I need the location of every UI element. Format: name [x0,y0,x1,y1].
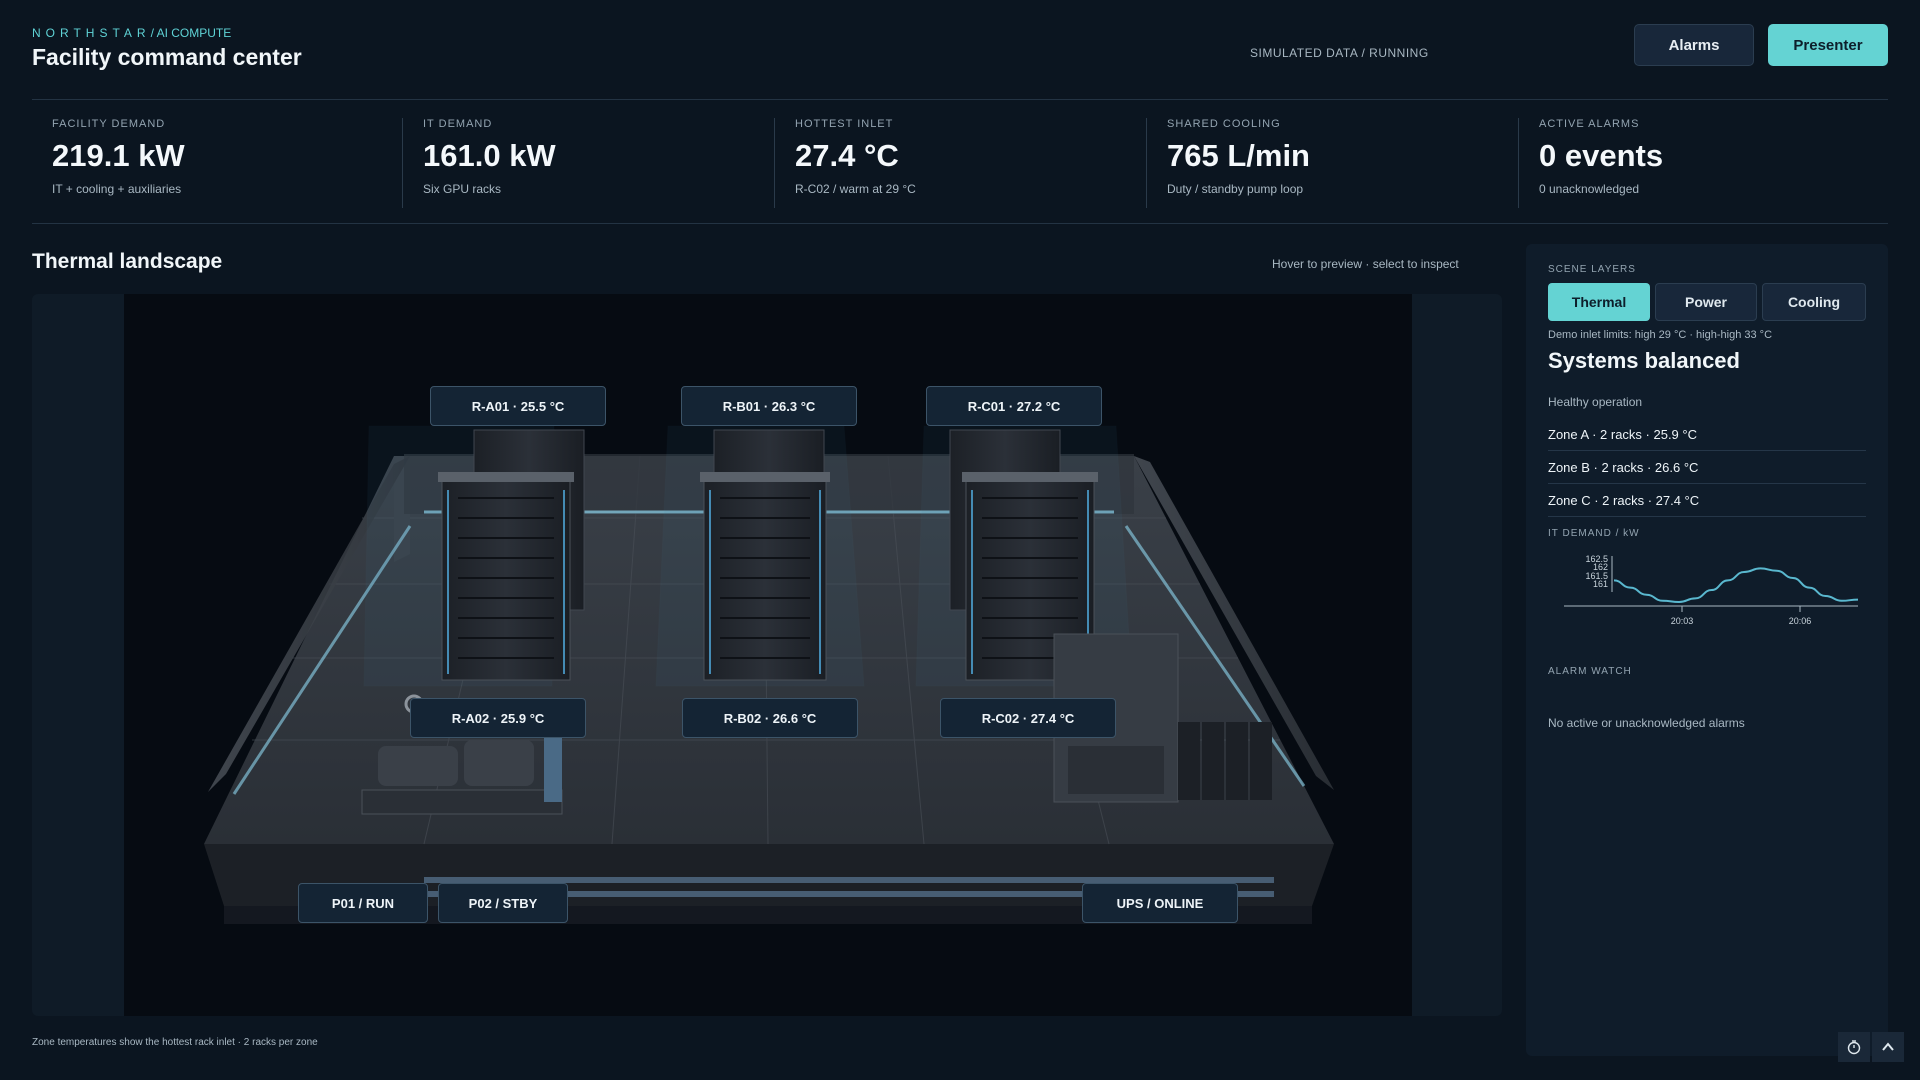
rack-tag-a02[interactable]: R-A02 · 25.9 °C [410,698,586,738]
side-panel: SCENE LAYERS Thermal Power Cooling Demo … [1526,244,1888,1056]
kpi-value: 0 events [1539,138,1664,173]
pump-tag-p02[interactable]: P02 / STBY [438,883,568,923]
kpi-subtext: Duty / standby pump loop [1167,182,1304,196]
presenter-button[interactable]: Presenter [1768,24,1888,66]
y-tick-label: 161 [1593,579,1608,589]
kpi-subtext: Six GPU racks [423,182,502,196]
health-status: Healthy operation [1548,395,1643,409]
zone-row-c[interactable]: Zone C · 2 racks · 27.4 °C [1548,484,1866,517]
rack-tag-a01[interactable]: R-A01 · 25.5 °C [430,386,606,426]
brand-subtitle: / AI COMPUTE [150,26,232,40]
it-demand-series-line [1613,567,1859,604]
it-demand-label: IT DEMAND / kW [1548,528,1640,539]
kpi-subtext: R-C02 / warm at 29 °C [795,182,916,196]
layer-tab-thermal[interactable]: Thermal [1548,283,1650,321]
ups-tag[interactable]: UPS / ONLINE [1082,883,1238,923]
zone-row-b[interactable]: Zone B · 2 racks · 26.6 °C [1548,451,1866,484]
no-alarms-message: No active or unacknowledged alarms [1548,716,1745,730]
section-title: Thermal landscape [32,250,223,273]
kpi-shared-cooling: SHARED COOLING 765 L/min Duty / standby … [1147,118,1497,208]
x-tick-label: 20:06 [1789,616,1812,626]
scene-footnote: Zone temperatures show the hottest rack … [32,1037,318,1048]
kpi-label: FACILITY DEMAND [52,118,166,130]
layer-tab-power[interactable]: Power [1655,283,1757,321]
zone-row-a[interactable]: Zone A · 2 racks · 25.9 °C [1548,418,1866,451]
kpi-value: 765 L/min [1167,138,1310,173]
kpi-label: ACTIVE ALARMS [1539,118,1640,130]
brand: NORTHSTAR/ AI COMPUTE [32,26,231,40]
pump-tag-p01[interactable]: P01 / RUN [298,883,428,923]
kpi-label: IT DEMAND [423,118,493,130]
kpi-hottest-inlet: HOTTEST INLET 27.4 °C R-C02 / warm at 29… [775,118,1125,208]
inlet-limits: Demo inlet limits: high 29 °C · high-hig… [1548,329,1773,341]
header-divider [32,99,1888,100]
rack-tag-b01[interactable]: R-B01 · 26.3 °C [681,386,857,426]
rack-tag-c02[interactable]: R-C02 · 27.4 °C [940,698,1116,738]
alarm-watch-label: ALARM WATCH [1548,666,1632,677]
rack-tag-b02[interactable]: R-B02 · 26.6 °C [682,698,858,738]
kpi-subtext: 0 unacknowledged [1539,182,1640,196]
rack-tag-c01[interactable]: R-C01 · 27.2 °C [926,386,1102,426]
scene-viewport[interactable]: R-A01 · 25.5 °C R-B01 · 26.3 °C R-C01 · … [32,294,1502,1016]
system-status: Systems balanced [1548,348,1740,373]
chevron-up-icon[interactable] [1872,1032,1904,1062]
x-tick-label: 20:03 [1671,616,1694,626]
kpi-subtext: IT + cooling + auxiliaries [52,182,182,196]
kpi-label: HOTTEST INLET [795,118,894,130]
stopwatch-icon[interactable] [1838,1032,1870,1062]
layer-tab-cooling[interactable]: Cooling [1762,283,1866,321]
kpi-label: SHARED COOLING [1167,118,1281,130]
kpi-divider-bottom [32,223,1888,224]
interaction-hint: Hover to preview · select to inspect [1272,257,1459,271]
scene-layers-label: SCENE LAYERS [1548,264,1636,275]
it-demand-chart: 162.5 162 161.5 161 20:03 20:06 [1564,554,1859,626]
facility-scene[interactable]: R-A01 · 25.5 °C R-B01 · 26.3 °C R-C01 · … [124,294,1412,1016]
kpi-value: 219.1 kW [52,138,185,173]
kpi-value: 27.4 °C [795,138,899,173]
rack-front-row [438,472,1098,681]
page-title: Facility command center [32,44,302,70]
kpi-active-alarms: ACTIVE ALARMS 0 events 0 unacknowledged [1519,118,1869,208]
kpi-it-demand: IT DEMAND 161.0 kW Six GPU racks [403,118,753,208]
simulation-status: SIMULATED DATA / RUNNING [1250,46,1429,60]
kpi-value: 161.0 kW [423,138,556,173]
alarms-button[interactable]: Alarms [1634,24,1754,66]
brand-name: NORTHSTAR [32,26,151,40]
kpi-facility-demand: FACILITY DEMAND 219.1 kW IT + cooling + … [32,118,382,208]
